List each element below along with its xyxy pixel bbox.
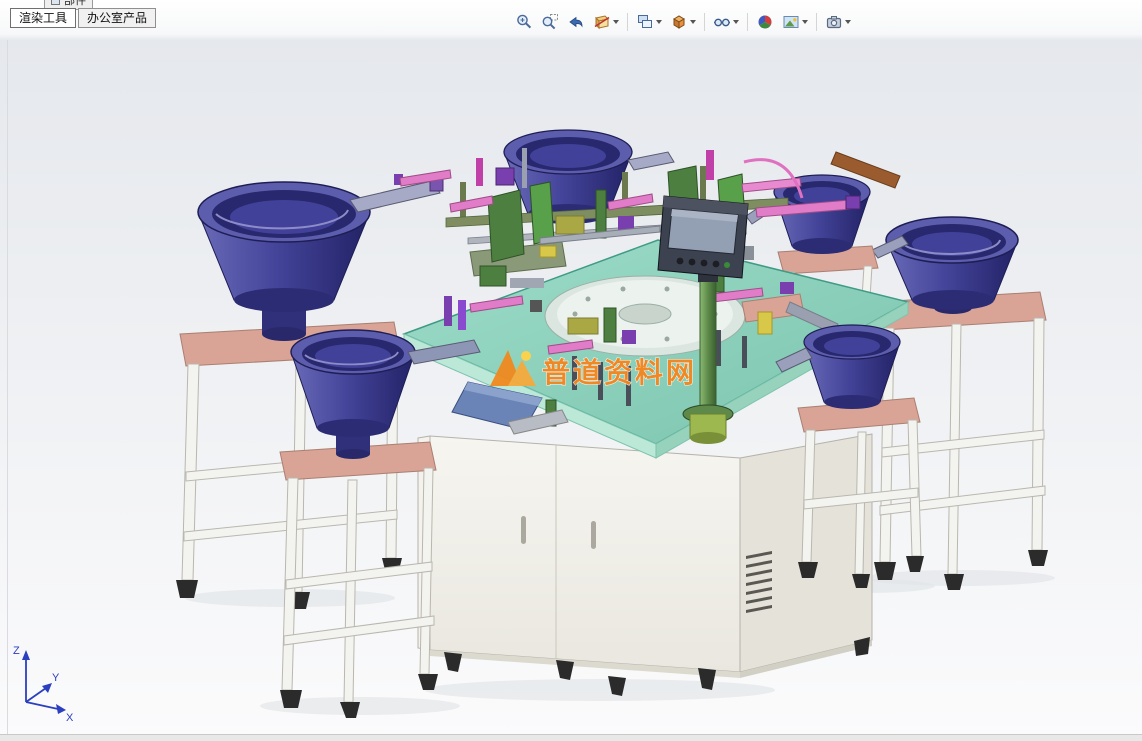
tab-render-tools[interactable]: 渲染工具 xyxy=(10,8,77,28)
status-bar xyxy=(0,734,1142,741)
chevron-down-icon xyxy=(733,20,739,24)
cabinet-door-handle[interactable] xyxy=(521,516,526,544)
toolbar-separator xyxy=(627,13,628,31)
chevron-down-icon xyxy=(613,20,619,24)
previous-view-icon xyxy=(569,16,583,28)
triad-y-label: Y xyxy=(52,672,60,684)
triad-z-arrow-icon xyxy=(22,650,30,660)
tab-office-products[interactable]: 办公室产品 xyxy=(78,8,157,28)
toolbar-separator xyxy=(747,13,748,31)
zoom-to-fit-button[interactable] xyxy=(512,10,536,34)
hide-show-items-icon xyxy=(714,18,730,27)
hide-show-items-button[interactable] xyxy=(710,10,742,34)
toolbar-separator xyxy=(816,13,817,31)
graphics-viewport[interactable]: 普道资料网 Z X Y xyxy=(0,0,1142,741)
zoom-to-area-icon xyxy=(542,14,558,30)
viewport-edge-divider xyxy=(7,40,8,734)
apply-scene-button[interactable] xyxy=(779,10,811,34)
view-orientation-icon xyxy=(638,15,652,28)
triad-y-arrow-icon xyxy=(42,683,52,693)
application-window: 普道资料网 Z X Y 部件 渲染工具 办公室产品 xyxy=(0,0,1142,741)
orientation-triad: Z X Y xyxy=(13,645,74,724)
display-style-icon xyxy=(673,15,685,29)
toolbar-separator xyxy=(704,13,705,31)
cabinet-door-handle[interactable] xyxy=(591,521,596,549)
section-view-button[interactable] xyxy=(590,10,622,34)
view-settings-icon xyxy=(826,16,842,29)
chevron-down-icon xyxy=(656,20,662,24)
chevron-down-icon xyxy=(690,20,696,24)
view-orientation-button[interactable] xyxy=(633,10,665,34)
previous-view-button[interactable] xyxy=(564,10,588,34)
heads-up-view-toolbar xyxy=(512,10,854,34)
zoom-to-fit-icon xyxy=(517,14,532,29)
edit-appearance-icon xyxy=(758,15,772,29)
edit-appearance-button[interactable] xyxy=(753,10,777,34)
triad-z-label: Z xyxy=(13,645,20,657)
zoom-to-area-button[interactable] xyxy=(538,10,562,34)
partial-tab-label: 部件 xyxy=(64,0,86,7)
feeder-stand-back-right[interactable] xyxy=(874,291,1048,590)
section-view-icon xyxy=(594,15,610,30)
chevron-down-icon xyxy=(845,20,851,24)
view-settings-button[interactable] xyxy=(822,10,854,34)
watermark-text: 普道资料网 xyxy=(542,356,697,388)
partial-tab-icon xyxy=(51,0,60,5)
apply-scene-icon xyxy=(783,16,799,28)
top-toolbar: 部件 渲染工具 办公室产品 xyxy=(0,0,1142,40)
bowl-feeder-left[interactable] xyxy=(197,175,444,341)
triad-x-arrow-icon xyxy=(56,704,66,714)
command-manager-tabs: 渲染工具 办公室产品 xyxy=(10,8,157,28)
chevron-down-icon xyxy=(802,20,808,24)
display-style-button[interactable] xyxy=(667,10,699,34)
triad-x-label: X xyxy=(66,712,74,724)
